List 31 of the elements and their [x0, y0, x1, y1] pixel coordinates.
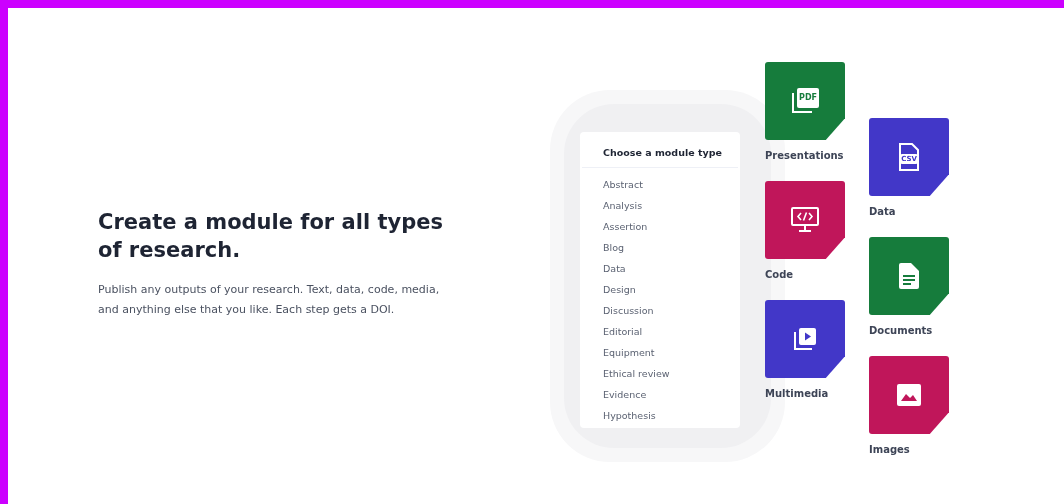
- menu-item[interactable]: Assertion: [603, 216, 740, 238]
- video-library-icon: [793, 327, 817, 351]
- tile-label: Data: [869, 205, 896, 219]
- module-type-tile[interactable]: [869, 356, 949, 434]
- tile-label: Code: [765, 268, 794, 282]
- section-description: Publish any outputs of your research. Text, data, code, media, and anything else that you like. Each step gets a DOI.: [98, 282, 441, 318]
- menu-item[interactable]: Blog: [603, 237, 740, 259]
- file-type-label: PDF: [797, 88, 819, 108]
- module-type-tile[interactable]: [765, 300, 845, 378]
- module-type-tile[interactable]: PDF: [765, 62, 845, 140]
- module-type-tile[interactable]: [765, 181, 845, 259]
- menu-item[interactable]: Discussion: [603, 300, 740, 322]
- menu-item[interactable]: Design: [603, 279, 740, 301]
- section-heading: Create a module for all types of research.: [98, 209, 444, 264]
- menu-item[interactable]: Abstract: [603, 174, 740, 196]
- tile-label: Presentations: [765, 149, 844, 163]
- module-type-tile[interactable]: [869, 237, 949, 315]
- menu-item[interactable]: Hypothesis: [603, 405, 740, 427]
- menu-item[interactable]: Ethical review: [603, 363, 740, 385]
- menu-item[interactable]: Analysis: [603, 195, 740, 217]
- menu-item[interactable]: Editorial: [603, 321, 740, 343]
- tile-label: Multimedia: [765, 387, 829, 401]
- menu-title: Choose a module type: [582, 132, 738, 169]
- tile-label: Documents: [869, 324, 933, 338]
- image-icon: [897, 384, 921, 406]
- menu-item[interactable]: Equipment: [603, 342, 740, 364]
- menu-item[interactable]: Data: [603, 258, 740, 280]
- code-monitor-icon: [791, 207, 819, 233]
- tile-label: Images: [869, 443, 910, 457]
- menu-item[interactable]: Evidence: [603, 384, 740, 406]
- document-icon: [899, 263, 919, 289]
